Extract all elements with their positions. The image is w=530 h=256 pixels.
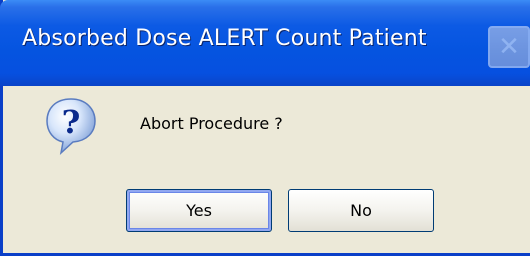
svg-text:?: ? — [62, 103, 81, 141]
dialog-body: ? Abort Procedure ? Yes No — [3, 86, 530, 253]
dialog-message: Abort Procedure ? — [140, 114, 283, 133]
close-icon: ✕ — [498, 32, 520, 62]
yes-button[interactable]: Yes — [126, 189, 272, 232]
title-bar[interactable]: Absorbed Dose ALERT Count Patient ✕ — [0, 0, 530, 86]
close-button[interactable]: ✕ — [488, 26, 530, 68]
question-icon: ? — [46, 98, 96, 156]
dialog-title: Absorbed Dose ALERT Count Patient — [22, 26, 427, 51]
no-button[interactable]: No — [288, 189, 434, 232]
alert-dialog: Absorbed Dose ALERT Count Patient ✕ ? Ab… — [0, 0, 530, 256]
